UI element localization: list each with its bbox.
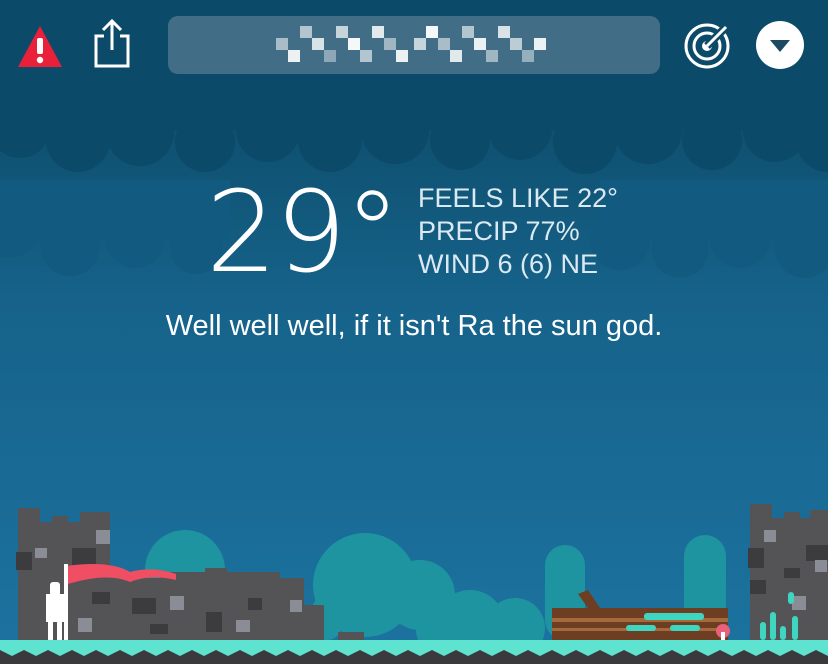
weather-quip: Well well well, if it isn't Ra the sun g… xyxy=(165,310,663,342)
chevron-down-icon[interactable] xyxy=(756,21,804,69)
wind: WIND 6 (6) NE xyxy=(418,249,599,279)
pixelated-location-name xyxy=(276,26,546,62)
location-search-bar[interactable] xyxy=(168,16,660,74)
temperature: 29° xyxy=(206,168,401,298)
precipitation: PRECIP 77% xyxy=(418,216,580,246)
feels-like: FEELS LIKE 22° xyxy=(418,183,618,213)
top-bar xyxy=(0,0,828,92)
current-conditions: 29° FEELS LIKE 22° PRECIP 77% WIND 6 (6)… xyxy=(0,168,828,298)
share-icon[interactable] xyxy=(90,18,134,70)
ground xyxy=(0,640,828,664)
radar-icon[interactable] xyxy=(683,20,733,70)
alert-triangle-icon[interactable] xyxy=(16,24,64,70)
condition-stats: FEELS LIKE 22° PRECIP 77% WIND 6 (6) NE xyxy=(418,182,618,281)
